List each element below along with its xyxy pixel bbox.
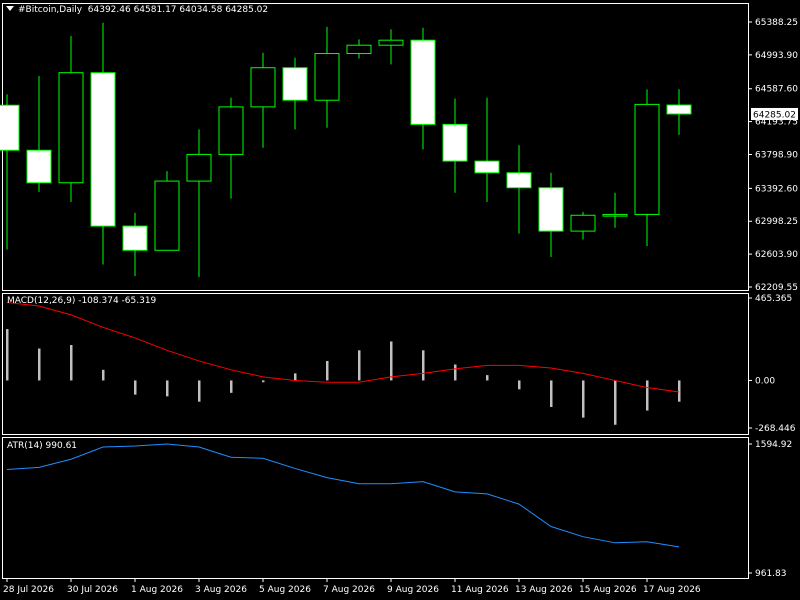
candle-body (506, 172, 532, 189)
candle-body (538, 187, 564, 232)
macd-histogram-bar (326, 360, 329, 381)
candle-body (602, 213, 628, 217)
candle-body (58, 72, 84, 184)
macd-histogram-bar (678, 380, 681, 402)
macd-histogram-bar (358, 350, 361, 381)
macd-histogram-bar (102, 369, 105, 381)
candle-body (186, 153, 212, 182)
macd-tick-label: 465.365 (755, 294, 792, 304)
date-tick-label: 28 Jul 2026 (3, 585, 54, 595)
candle-body (90, 72, 116, 227)
date-tick-label: 7 Aug 2026 (323, 585, 375, 595)
macd-histogram-bar (582, 380, 585, 418)
candle-body (218, 106, 244, 155)
macd-histogram-bar (134, 380, 137, 395)
price-tick-label: 62603.90 (755, 250, 798, 260)
candle-body (410, 39, 436, 125)
price-tick-label: 65388.25 (755, 18, 798, 28)
macd-histogram-bar (454, 364, 457, 381)
candle-body (314, 53, 340, 101)
candle-body (122, 225, 148, 251)
macd-histogram-bar (230, 380, 233, 393)
last-price-label: 64285.02 (753, 110, 796, 120)
price-tick-label: 62209.55 (755, 283, 798, 293)
macd-tick-label: -268.446 (755, 424, 796, 434)
macd-histogram-bar (550, 380, 553, 408)
symbol-name: #Bitcoin,Daily (18, 5, 83, 15)
date-tick-label: 11 Aug 2026 (451, 585, 509, 595)
macd-histogram-bar (38, 348, 41, 381)
dropdown-triangle-icon[interactable] (6, 6, 14, 11)
date-tick-label: 5 Aug 2026 (259, 585, 311, 595)
price-tick-label: 62998.25 (755, 217, 798, 227)
ohlc-values: 64392.46 64581.17 64034.58 64285.02 (87, 5, 269, 15)
macd-histogram-bar (198, 380, 201, 402)
date-tick-label: 30 Jul 2026 (67, 585, 118, 595)
symbol-header[interactable]: #Bitcoin,Daily 64392.46 64581.17 64034.5… (6, 5, 268, 15)
date-tick-label: 13 Aug 2026 (515, 585, 573, 595)
macd-layer (6, 301, 681, 425)
candle-body (634, 103, 660, 215)
macd-signal-line (6, 301, 680, 393)
price-tick-label: 63392.60 (755, 184, 798, 194)
macd-histogram-bar (486, 375, 489, 381)
macd-histogram-bar (646, 380, 649, 411)
date-tick-label: 1 Aug 2026 (131, 585, 183, 595)
macd-histogram-bar (614, 380, 617, 425)
macd-pane-frame (2, 293, 749, 435)
macd-histogram-bar (262, 380, 265, 383)
candles-layer (0, 22, 692, 277)
candle-body (282, 67, 308, 101)
date-tick-label: 9 Aug 2026 (387, 585, 439, 595)
candle-body (378, 39, 404, 46)
atr-line (6, 443, 680, 548)
price-tick-label: 64587.60 (755, 85, 798, 95)
date-tick-label: 3 Aug 2026 (195, 585, 247, 595)
candle-body (346, 44, 372, 55)
macd-histogram-bar (294, 373, 297, 381)
macd-histogram-bar (70, 345, 73, 381)
candle-body (250, 67, 276, 108)
macd-tick-label: 0.00 (755, 376, 775, 386)
macd-histogram-bar (6, 329, 9, 381)
atr-layer (6, 443, 680, 548)
candle-body (26, 149, 52, 184)
macd-histogram-bar (166, 380, 169, 397)
macd-histogram-bar (390, 341, 393, 381)
macd-histogram-bar (518, 380, 521, 390)
candle-body (570, 214, 596, 232)
atr-pane-frame (2, 437, 749, 579)
price-tick-label: 63798.90 (755, 151, 798, 161)
atr-label: ATR(14) 990.61 (7, 441, 78, 451)
candle-body (0, 104, 20, 151)
candle-body (666, 104, 692, 115)
candle-body (154, 180, 180, 251)
price-tick-label: 64993.90 (755, 51, 798, 61)
atr-tick-label: 1594.92 (755, 440, 792, 450)
candle-body (442, 123, 468, 162)
date-tick-label: 17 Aug 2026 (643, 585, 701, 595)
macd-label: MACD(12,26,9) -108.374 -65.319 (7, 296, 157, 306)
candle-body (474, 160, 500, 174)
date-tick-label: 15 Aug 2026 (579, 585, 637, 595)
macd-histogram-bar (422, 350, 425, 381)
atr-tick-label: 961.83 (755, 569, 787, 579)
